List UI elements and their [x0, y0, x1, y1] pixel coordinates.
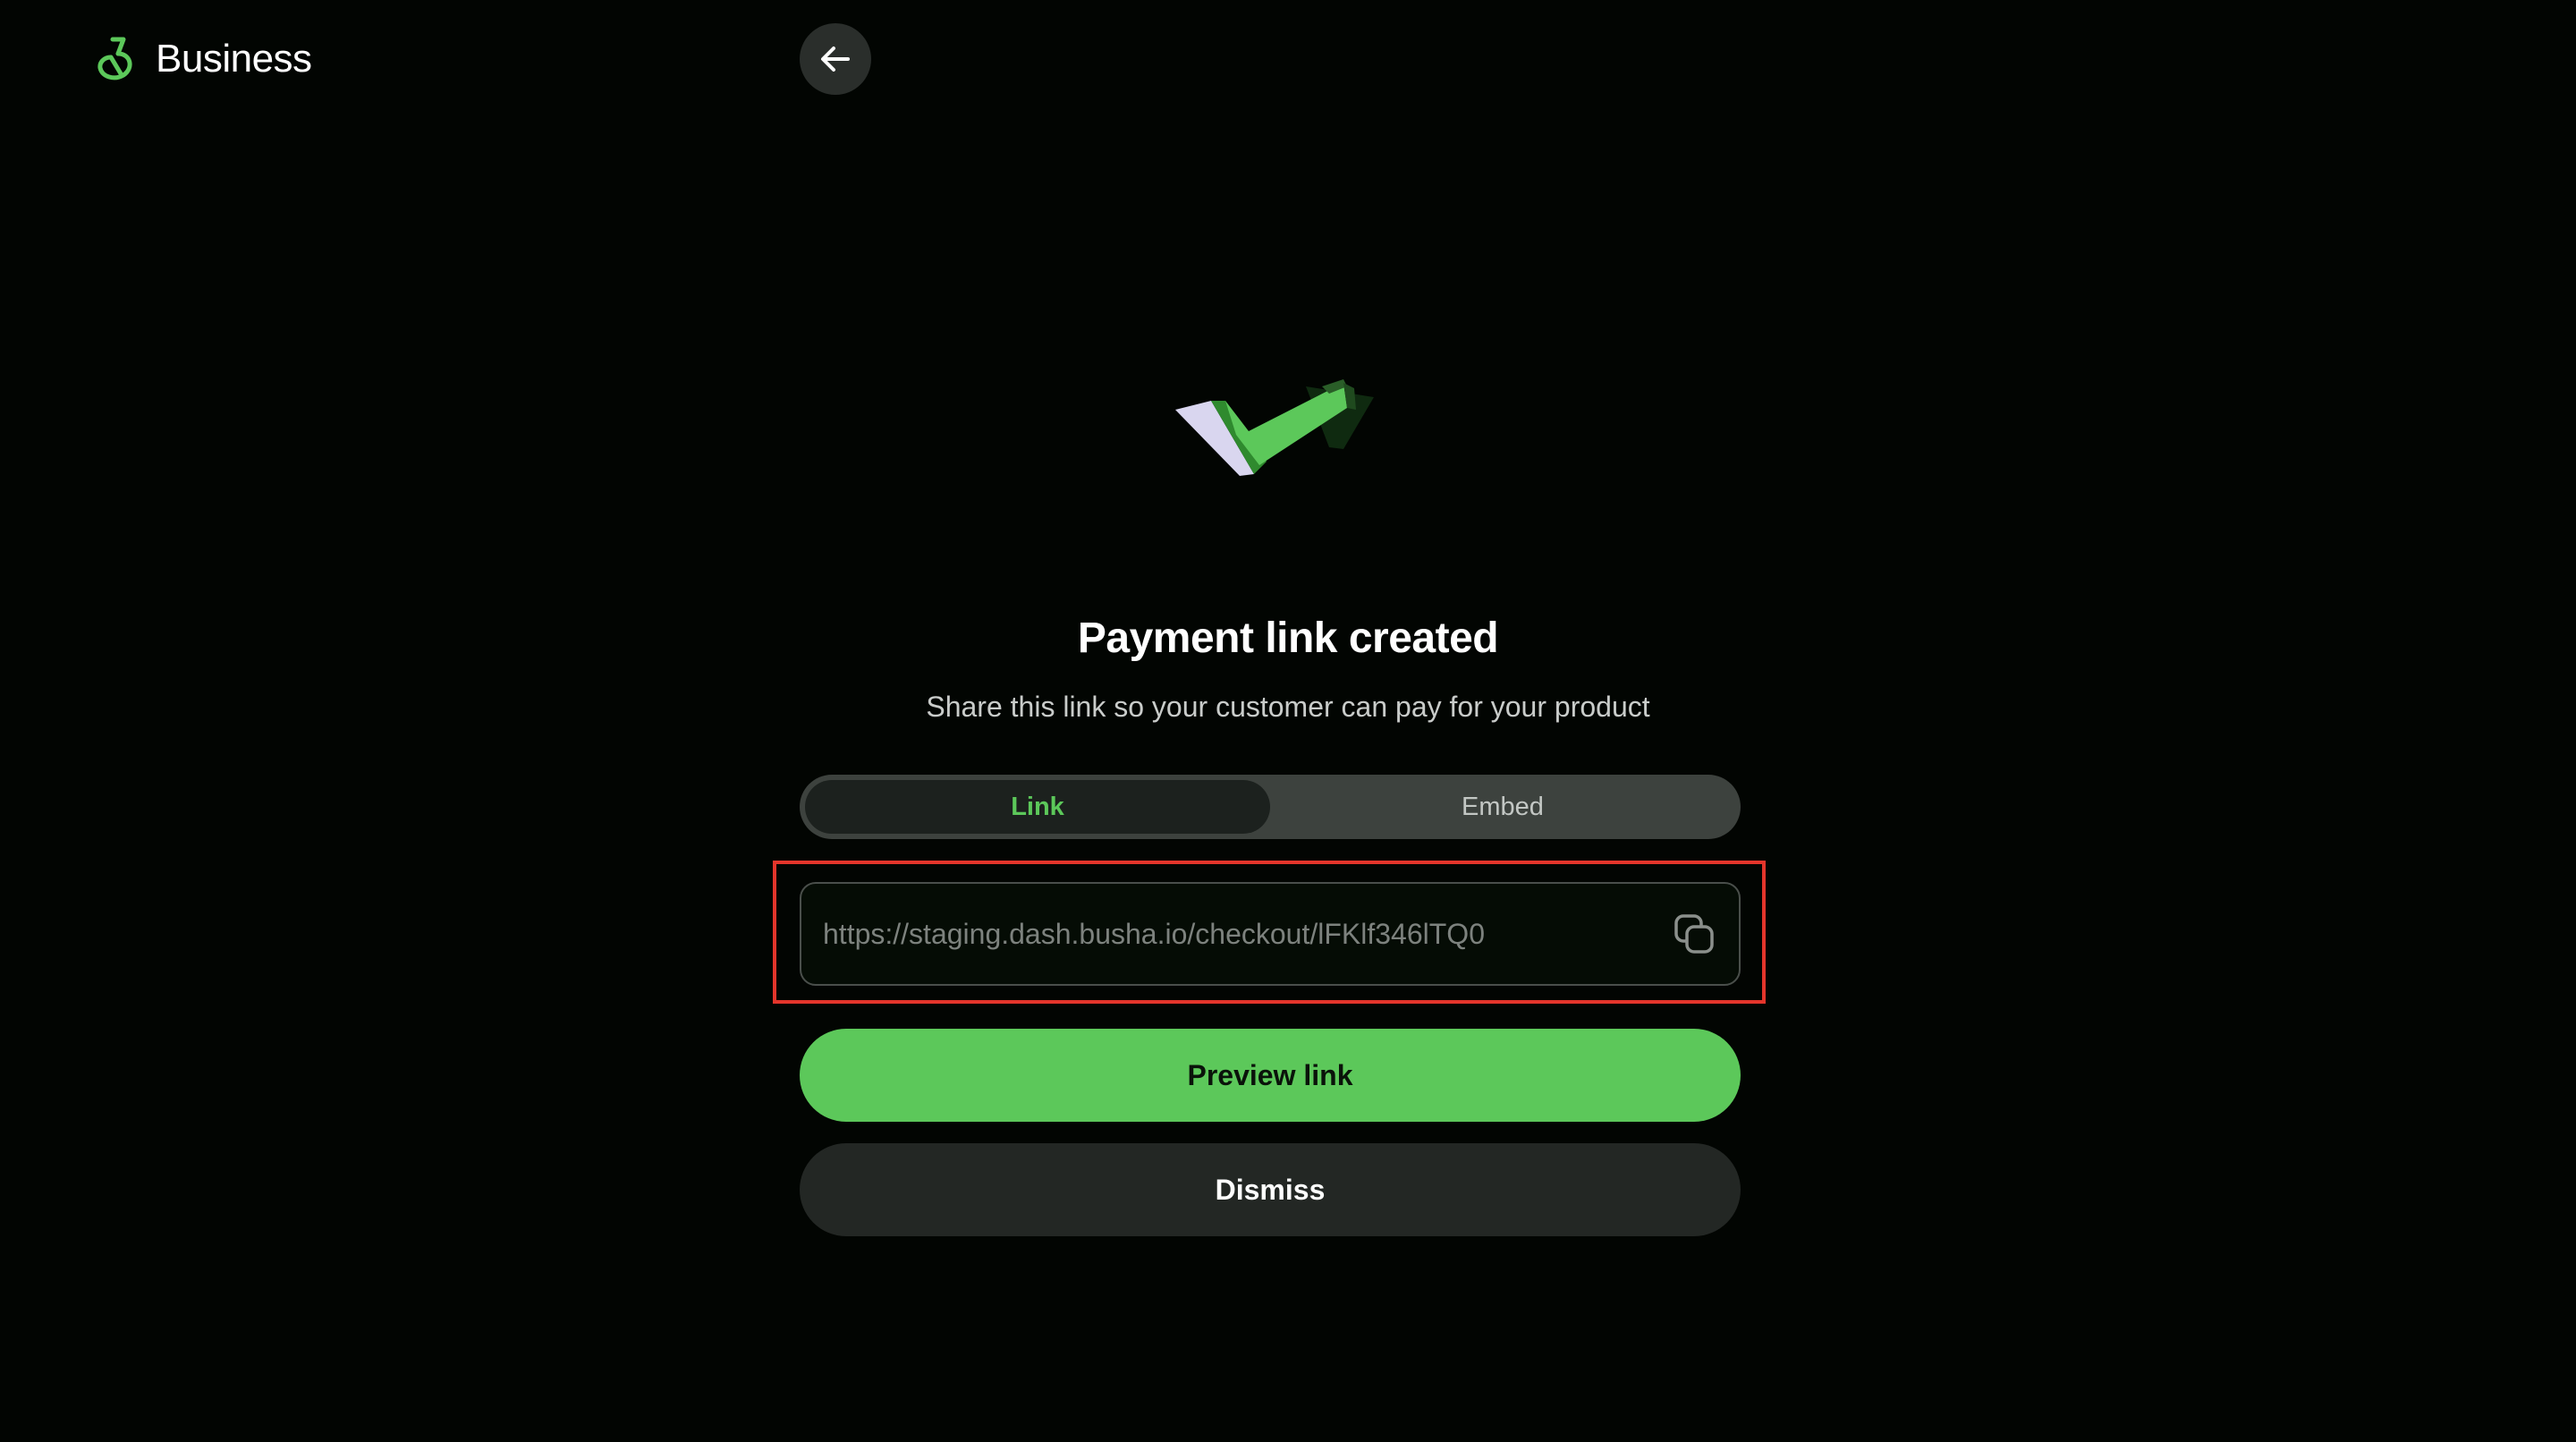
back-button[interactable] — [800, 23, 871, 95]
dismiss-button[interactable]: Dismiss — [800, 1143, 1741, 1236]
payment-link-field[interactable]: https://staging.dash.busha.io/checkout/l… — [800, 882, 1741, 986]
page-subtitle: Share this link so your customer can pay… — [926, 691, 1650, 723]
busha-logo-icon — [97, 37, 132, 81]
page-title: Payment link created — [1077, 615, 1499, 662]
checkmark-icon — [1175, 379, 1374, 476]
copy-link-button[interactable] — [1671, 911, 1717, 957]
copy-icon — [1674, 914, 1714, 954]
tab-embed[interactable]: Embed — [1270, 780, 1735, 834]
payment-link-url[interactable]: https://staging.dash.busha.io/checkout/l… — [823, 918, 1671, 951]
link-type-tabs: Link Embed — [800, 775, 1741, 839]
brand-name: Business — [156, 37, 312, 81]
brand: Business — [95, 36, 312, 82]
payment-link-created-page: Business Payment link created Share this… — [0, 0, 2576, 1442]
preview-link-button[interactable]: Preview link — [800, 1029, 1741, 1122]
tab-link[interactable]: Link — [805, 780, 1270, 834]
arrow-left-icon — [821, 47, 850, 72]
